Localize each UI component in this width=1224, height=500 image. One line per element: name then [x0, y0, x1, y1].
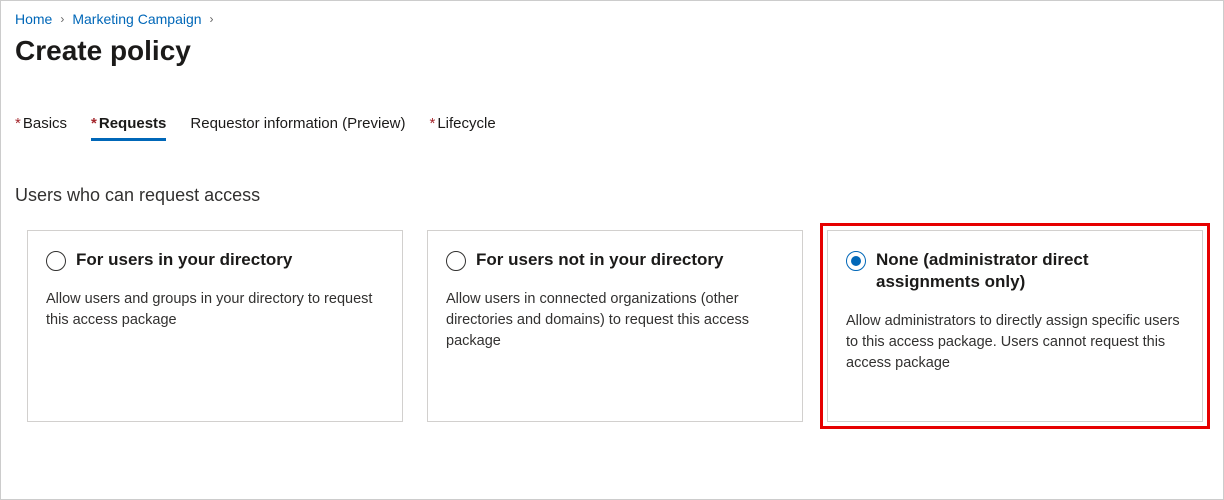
tab-requestor-information[interactable]: Requestor information (Preview) — [190, 115, 405, 141]
chevron-right-icon: › — [210, 12, 214, 26]
option-title: For users in your directory — [76, 249, 292, 271]
option-description: Allow users in connected organizations (… — [446, 289, 784, 352]
required-asterisk: * — [430, 115, 436, 132]
tab-label: Requests — [99, 115, 167, 132]
section-heading: Users who can request access — [15, 185, 1209, 206]
option-none[interactable]: None (administrator direct assignments o… — [827, 230, 1203, 422]
options-row: For users in your directory Allow users … — [15, 230, 1209, 422]
option-title: For users not in your directory — [476, 249, 724, 271]
radio-none[interactable] — [846, 251, 866, 271]
tab-basics[interactable]: *Basics — [15, 115, 67, 141]
tab-requests[interactable]: *Requests — [91, 115, 166, 141]
tab-label: Lifecycle — [437, 115, 495, 132]
radio-in-directory[interactable] — [46, 251, 66, 271]
option-description: Allow administrators to directly assign … — [846, 311, 1184, 374]
tab-lifecycle[interactable]: *Lifecycle — [430, 115, 496, 141]
option-title: None (administrator direct assignments o… — [876, 249, 1184, 293]
required-asterisk: * — [91, 115, 97, 132]
required-asterisk: * — [15, 115, 21, 132]
radio-not-in-directory[interactable] — [446, 251, 466, 271]
tab-label: Basics — [23, 115, 67, 132]
chevron-right-icon: › — [60, 12, 64, 26]
tabs: *Basics *Requests Requestor information … — [15, 115, 1209, 141]
option-description: Allow users and groups in your directory… — [46, 289, 384, 331]
page-title: Create policy — [15, 35, 1209, 67]
breadcrumb: Home › Marketing Campaign › — [15, 11, 1209, 27]
tab-label: Requestor information (Preview) — [190, 115, 405, 132]
breadcrumb-parent[interactable]: Marketing Campaign — [72, 11, 201, 27]
breadcrumb-home[interactable]: Home — [15, 11, 52, 27]
option-in-directory[interactable]: For users in your directory Allow users … — [27, 230, 403, 422]
option-not-in-directory[interactable]: For users not in your directory Allow us… — [427, 230, 803, 422]
